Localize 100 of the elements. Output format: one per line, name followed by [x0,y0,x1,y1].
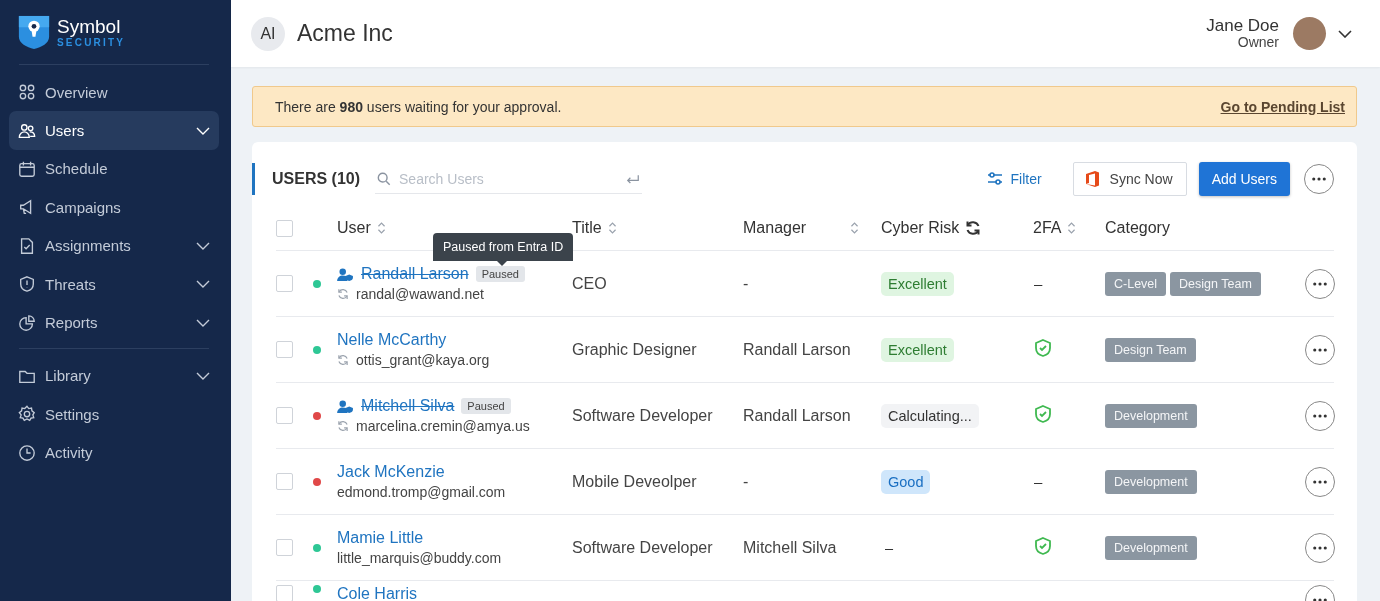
sort-icon[interactable] [1067,221,1077,235]
manager-cell-text: - [743,472,750,491]
sync-icon [337,420,349,432]
row-checkbox[interactable] [276,585,293,601]
ellipsis-icon [1313,479,1327,484]
ellipsis-icon [1313,347,1327,352]
pie-chart-icon [18,313,36,332]
select-all-checkbox[interactable] [276,219,293,237]
user-name-link[interactable]: Nelle McCarthy [337,331,447,349]
user-name-link[interactable]: Mamie Little [337,529,424,547]
title-cell-text: Mobile Deveolper [572,472,698,491]
filter-button[interactable]: Filter [981,170,1048,188]
column-header: User [337,219,371,237]
user-name-link[interactable]: Randall Larson [361,265,469,283]
column-header: Manager [743,219,807,237]
row-checkbox[interactable] [276,539,293,556]
row-checkbox[interactable] [276,275,293,292]
category-tag: Design Team [1170,271,1261,296]
nav-item[interactable]: Settings [9,395,219,434]
ellipsis-icon [1313,413,1327,418]
ellipsis-icon [1313,598,1327,601]
user-email: edmond.tromp@gmail.com [337,484,506,500]
nav-item[interactable]: Schedule [9,149,219,189]
title-cell-text: CEO [572,274,608,293]
chevron-down-icon [196,371,210,380]
nav-item[interactable]: Campaigns [9,188,219,227]
cyber-risk-label: – [884,539,894,556]
category-tag: Development [1105,403,1197,428]
column-header: Title [572,219,602,237]
ellipsis-icon [1313,545,1327,550]
banner-message: There are 980 users waiting for your approval. [275,98,562,115]
two-fa-dash: – [1033,274,1043,292]
category-tag: Development [1105,469,1197,494]
user-shield-icon [337,267,354,281]
refresh-icon[interactable] [965,220,982,236]
tooltip: Paused from Entra ID [433,233,574,266]
shield-keyhole-logo-icon [17,14,51,50]
title-cell-text: Software Developer [572,406,714,425]
category-tag: Design Team [1105,337,1196,362]
sync-icon [337,288,349,300]
nav-item[interactable]: Activity [9,433,219,472]
ellipsis-icon [1312,177,1326,181]
user-shield-icon [337,399,354,413]
cyber-risk-label: Excellent [881,337,954,362]
sync-now-button[interactable]: Sync Now [1072,162,1187,196]
org-initials-avatar: AI [251,16,285,51]
user-name-link[interactable]: Jack McKenzie [337,463,445,481]
logo-name: Symbol [57,16,122,36]
paused-badge: Paused [475,266,525,282]
paused-badge: Paused [461,398,511,414]
sort-icon[interactable] [850,221,859,235]
row-checkbox[interactable] [276,407,293,424]
manager-cell-text: - [743,274,750,293]
row-checkbox[interactable] [276,341,293,358]
sliders-icon [987,172,1004,186]
user-email: little_marquis@buddy.com [337,550,502,566]
user-name-link[interactable]: Cole Harris [337,585,417,601]
user-avatar[interactable] [1293,17,1326,50]
more-options-button[interactable] [1304,164,1334,194]
user-email: randal@wawand.net [356,286,484,302]
user-email: ottis_grant@kaya.org [356,352,490,368]
column-header: Cyber Risk [881,219,960,237]
sync-icon [337,354,349,366]
document-check-icon [18,236,36,255]
user-name-link[interactable]: Mitchell Silva [361,397,455,415]
org-name: Acme Inc [297,20,393,47]
pending-list-link[interactable]: Go to Pending List [1220,98,1345,115]
ellipsis-icon [1313,281,1327,286]
user-name: Jane Doe [1206,17,1279,36]
grid-icon [18,83,36,102]
chevron-down-icon [196,280,210,289]
gear-icon [18,405,36,424]
chevron-down-icon [196,126,210,135]
logo-tagline: SECURITY [57,37,126,48]
column-header: 2FA [1033,219,1062,237]
two-fa-dash: – [1033,472,1043,490]
row-checkbox[interactable] [276,473,293,490]
category-tag: Development [1105,535,1197,560]
cyber-risk-label: Calculating... [881,403,979,428]
shield-alert-icon [18,275,36,294]
manager-cell-text: Mitchell Silva [743,538,838,557]
title-cell-text: Software Developer [572,538,714,557]
clock-icon [18,443,36,462]
sort-icon[interactable] [376,221,386,235]
user-email: marcelina.cremin@amya.us [356,418,530,434]
chevron-down-icon[interactable] [1338,29,1352,38]
nav-item[interactable]: Users [9,111,219,150]
users-icon [18,121,36,140]
add-users-button[interactable]: Add Users [1198,162,1290,196]
nav-item[interactable]: Overview [9,73,219,112]
sort-icon[interactable] [607,221,617,235]
user-role: Owner [1237,35,1279,50]
enter-icon [626,174,641,185]
title-cell-text: Graphic Designer [572,340,698,359]
cyber-risk-label: Good [881,469,931,494]
nav-item[interactable]: Library [9,356,219,396]
nav-item[interactable]: Reports [9,303,219,342]
nav-item[interactable]: Threats [9,264,219,304]
nav-item[interactable]: Assignments [9,226,219,265]
users-title: USERS (10) [252,163,361,195]
